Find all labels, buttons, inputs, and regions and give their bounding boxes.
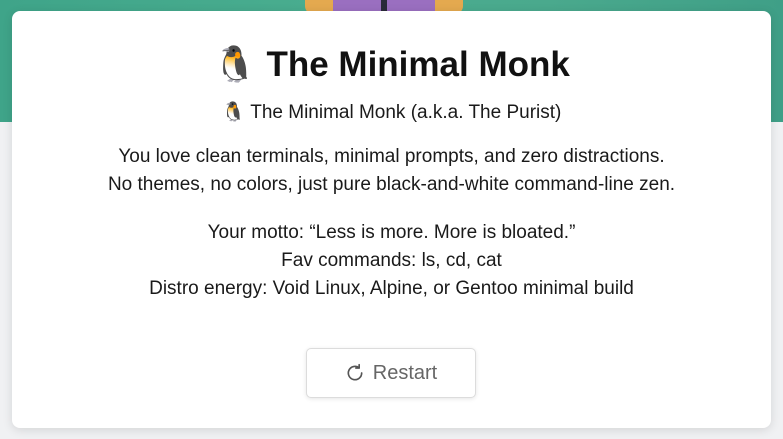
fact-distro-energy: Distro energy: Void Linux, Alpine, or Ge…	[149, 278, 634, 299]
fact-motto: Your motto: “Less is more. More is bloat…	[207, 222, 576, 243]
result-description: You love clean terminals, minimal prompt…	[12, 143, 771, 199]
restart-label: Restart	[372, 361, 438, 384]
fact-fav-commands: Fav commands: ls, cd, cat	[281, 250, 502, 271]
result-card: 🐧 The Minimal Monk 🐧 The Minimal Monk (a…	[12, 11, 771, 428]
description-line: You love clean terminals, minimal prompt…	[118, 146, 665, 167]
result-facts: Your motto: “Less is more. More is bloat…	[12, 219, 771, 303]
restart-button[interactable]: Restart	[306, 348, 476, 398]
description-line: No themes, no colors, just pure black-an…	[107, 174, 676, 195]
result-title: 🐧 The Minimal Monk	[213, 45, 570, 84]
result-subtitle: 🐧 The Minimal Monk (a.k.a. The Purist)	[221, 102, 562, 123]
restart-icon	[345, 363, 365, 383]
